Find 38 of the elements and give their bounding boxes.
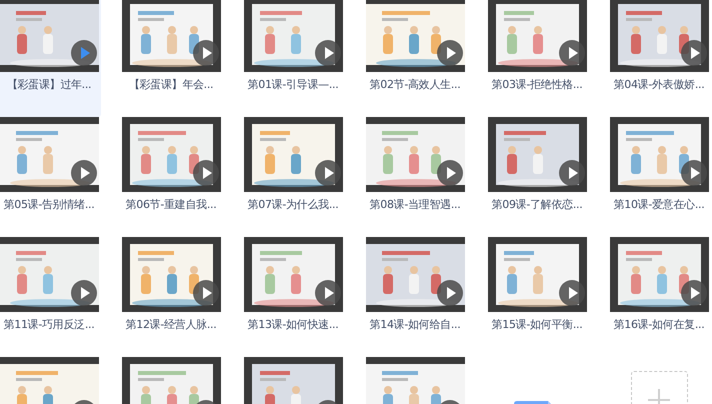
selected-file-tile[interactable]: 【彩蛋课】过年... bbox=[0, 0, 101, 117]
file-name: 第10课-爱意在心... bbox=[614, 197, 704, 213]
file-name: 第02节-高效人生... bbox=[370, 77, 460, 93]
play-icon[interactable] bbox=[558, 160, 584, 186]
file-name: 第07课-为什么我... bbox=[248, 197, 338, 213]
file-name: 第08课-当理智遇... bbox=[370, 197, 460, 213]
play-icon[interactable] bbox=[680, 40, 706, 66]
file-name: 【彩蛋课】年会... bbox=[128, 77, 214, 93]
play-icon[interactable] bbox=[436, 280, 462, 306]
file-name: 第14课-如何给自... bbox=[370, 317, 460, 333]
play-icon[interactable] bbox=[314, 40, 340, 66]
play-icon[interactable] bbox=[70, 160, 96, 186]
play-icon[interactable] bbox=[70, 280, 96, 306]
file-name: 第03课-拒绝性格... bbox=[492, 77, 582, 93]
play-icon[interactable] bbox=[314, 160, 340, 186]
file-name: 第04课-外表傲娇... bbox=[614, 77, 704, 93]
file-name: 第13课-如何快速... bbox=[248, 317, 338, 333]
play-icon[interactable] bbox=[192, 280, 218, 306]
file-name: 第16课-如何在复... bbox=[614, 317, 704, 333]
file-name: 第05课-告别情绪... bbox=[4, 197, 94, 213]
file-name: 第06节-重建自我... bbox=[126, 197, 216, 213]
play-icon[interactable] bbox=[314, 280, 340, 306]
file-name: 第11课-巧用反泛... bbox=[4, 317, 94, 333]
play-icon[interactable] bbox=[558, 280, 584, 306]
file-name: 【彩蛋课】过年... bbox=[6, 77, 92, 93]
plus-icon bbox=[648, 388, 670, 404]
play-icon[interactable] bbox=[436, 40, 462, 66]
file-name: 第01课-引导课—... bbox=[248, 77, 338, 93]
play-icon[interactable] bbox=[436, 160, 462, 186]
play-icon[interactable] bbox=[680, 280, 706, 306]
play-icon[interactable] bbox=[70, 40, 96, 66]
file-name: 第09课-了解依恋... bbox=[492, 197, 582, 213]
play-icon[interactable] bbox=[192, 40, 218, 66]
play-icon[interactable] bbox=[192, 160, 218, 186]
play-icon[interactable] bbox=[680, 160, 706, 186]
play-icon[interactable] bbox=[558, 40, 584, 66]
file-name: 第15课-如何平衡... bbox=[492, 317, 582, 333]
file-name: 第12课-经营人脉... bbox=[126, 317, 216, 333]
